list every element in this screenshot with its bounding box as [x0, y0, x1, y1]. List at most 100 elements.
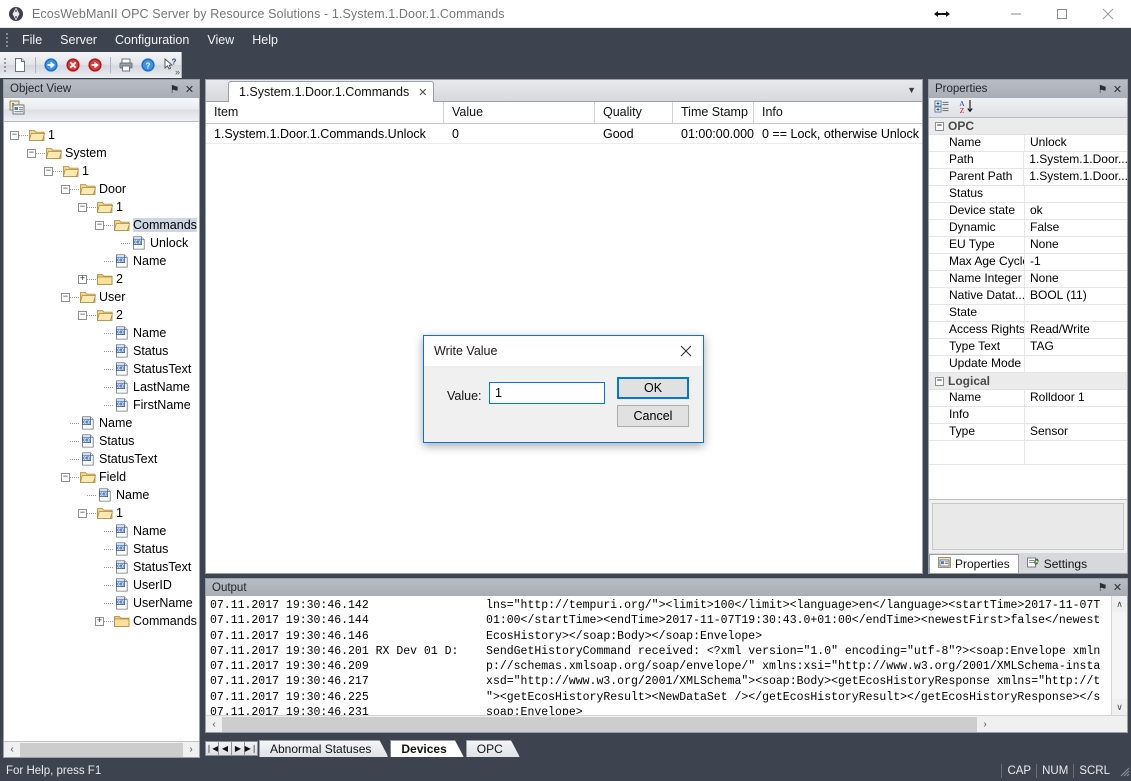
- properties-grid[interactable]: − OPC Name Unlock Path 1.System.1.Door... Pare…: [929, 118, 1127, 499]
- object-view-scroll-thumb[interactable]: [20, 742, 183, 757]
- last-record-button[interactable]: ▶❘: [244, 741, 258, 756]
- column-header-value[interactable]: Value: [444, 102, 595, 123]
- tree-item-username[interactable]: 08) UserName: [4, 594, 199, 612]
- property-row[interactable]: Dynamic False: [929, 220, 1127, 237]
- tree-item-name[interactable]: 08) Name: [4, 252, 199, 270]
- property-row[interactable]: Parent Path 1.System.1.Door...: [929, 169, 1127, 186]
- output-hscroll-thumb[interactable]: [222, 716, 977, 732]
- tree-item-statustext[interactable]: 08) StatusText: [4, 360, 199, 378]
- expand-icon[interactable]: +: [95, 616, 104, 626]
- collapse-icon[interactable]: −: [935, 121, 944, 131]
- collapse-icon[interactable]: −: [935, 376, 944, 386]
- property-value[interactable]: Read/Write: [1025, 322, 1127, 338]
- new-document-icon[interactable]: [9, 54, 31, 76]
- reconnect-icon[interactable]: [84, 54, 106, 76]
- menu-file[interactable]: File: [13, 30, 51, 50]
- object-tree[interactable]: −1− System −1− Door −1− Commands 08) Unlock 08) N…: [4, 122, 199, 741]
- tree-item-statustext[interactable]: 08) StatusText: [4, 450, 199, 468]
- property-row[interactable]: Status: [929, 186, 1127, 203]
- property-value[interactable]: [1025, 356, 1127, 372]
- output-scroll-right-icon[interactable]: ›: [977, 716, 993, 732]
- tree-item-firstname[interactable]: 08) FirstName: [4, 396, 199, 414]
- property-value[interactable]: [1025, 407, 1127, 423]
- property-value[interactable]: 1.System.1.Door...: [1024, 169, 1127, 185]
- property-value[interactable]: None: [1025, 237, 1127, 253]
- connect-icon[interactable]: [40, 54, 62, 76]
- disconnect-error-icon[interactable]: [62, 54, 84, 76]
- property-value[interactable]: False: [1025, 220, 1127, 236]
- property-value[interactable]: ok: [1025, 203, 1127, 219]
- property-row[interactable]: Info: [929, 407, 1127, 424]
- maximize-button[interactable]: [1039, 0, 1085, 28]
- first-record-button[interactable]: ❘◀: [205, 741, 219, 756]
- column-header-item[interactable]: Item: [206, 102, 444, 123]
- property-row[interactable]: Name Unlock: [929, 135, 1127, 152]
- output-vscrollbar[interactable]: ∧ ∨: [1111, 596, 1127, 715]
- tab-properties[interactable]: Properties: [929, 554, 1019, 573]
- bottom-tab-abnormal-statuses[interactable]: Abnormal Statuses: [259, 740, 388, 757]
- output-vscroll-track[interactable]: [1112, 612, 1127, 699]
- property-category-opc[interactable]: − OPC: [929, 118, 1127, 135]
- document-tab-close-icon[interactable]: ✕: [418, 86, 427, 99]
- toolbar-grip-handle[interactable]: [1, 54, 9, 76]
- property-row[interactable]: Max Age Cycle -1: [929, 254, 1127, 271]
- collapse-icon[interactable]: −: [78, 508, 87, 518]
- property-row[interactable]: Type Sensor: [929, 424, 1127, 441]
- property-row[interactable]: Name Rolldoor 1: [929, 390, 1127, 407]
- close-button[interactable]: [1085, 0, 1131, 28]
- document-tab[interactable]: 1.System.1.Door.1.Commands ✕: [228, 81, 435, 102]
- tree-item-statustext[interactable]: 08) StatusText: [4, 558, 199, 576]
- tree-item-status[interactable]: 08) Status: [4, 432, 199, 450]
- tree-item-2[interactable]: −2: [4, 306, 199, 324]
- property-value[interactable]: 1.System.1.Door...: [1024, 152, 1127, 168]
- expand-icon[interactable]: +: [78, 274, 87, 284]
- property-value[interactable]: -1: [1025, 254, 1127, 270]
- property-row[interactable]: Name Integer None: [929, 271, 1127, 288]
- property-value[interactable]: Sensor: [1025, 424, 1127, 440]
- collapse-icon[interactable]: −: [95, 220, 104, 230]
- tree-item-1[interactable]: −1: [4, 198, 199, 216]
- property-value[interactable]: Unlock: [1025, 135, 1127, 151]
- tree-item-userid[interactable]: 08) UserID: [4, 576, 199, 594]
- tree-item-name[interactable]: 08) Name: [4, 522, 199, 540]
- tree-item-name[interactable]: 08) Name: [4, 486, 199, 504]
- menu-view[interactable]: View: [198, 30, 243, 50]
- bottom-tab-devices[interactable]: Devices: [390, 740, 463, 757]
- print-icon[interactable]: [115, 54, 137, 76]
- collapse-icon[interactable]: −: [44, 166, 53, 176]
- table-row[interactable]: 1.System.1.Door.1.Commands.Unlock 0 Good…: [206, 124, 922, 144]
- column-header-timestamp[interactable]: Time Stamp: [673, 102, 754, 123]
- tree-item-1[interactable]: −1: [4, 504, 199, 522]
- tree-item-user[interactable]: − User: [4, 288, 199, 306]
- tab-settings[interactable]: Settings: [1019, 554, 1095, 573]
- collapse-icon[interactable]: −: [27, 148, 36, 158]
- object-list-icon[interactable]: [8, 99, 26, 120]
- collapse-icon[interactable]: −: [78, 310, 87, 320]
- object-view-pin-icon[interactable]: ⚑: [167, 82, 182, 97]
- property-value[interactable]: Rolldoor 1: [1025, 390, 1127, 406]
- help-icon[interactable]: ?: [137, 54, 159, 76]
- property-row[interactable]: Type Text TAG: [929, 339, 1127, 356]
- tree-item-field[interactable]: − Field: [4, 468, 199, 486]
- collapse-icon[interactable]: −: [61, 472, 70, 482]
- property-row[interactable]: State: [929, 305, 1127, 322]
- menu-configuration[interactable]: Configuration: [106, 30, 198, 50]
- object-view-close-icon[interactable]: ✕: [182, 82, 197, 97]
- collapse-icon[interactable]: −: [10, 130, 19, 140]
- tree-item-2[interactable]: +2: [4, 270, 199, 288]
- menu-help[interactable]: Help: [243, 30, 287, 50]
- toolbar-overflow-icon[interactable]: »: [175, 67, 180, 77]
- property-value[interactable]: [1025, 305, 1127, 321]
- bottom-tab-opc[interactable]: OPC: [466, 740, 520, 757]
- object-view-hscrollbar[interactable]: ‹ ›: [4, 741, 199, 757]
- tree-item-name[interactable]: 08) Name: [4, 414, 199, 432]
- collapse-icon[interactable]: −: [78, 202, 87, 212]
- tree-item-door[interactable]: − Door: [4, 180, 199, 198]
- property-row[interactable]: Native Datat... BOOL (11): [929, 288, 1127, 305]
- output-scroll-left-icon[interactable]: ‹: [206, 716, 222, 732]
- resize-grip-icon[interactable]: [1117, 764, 1131, 778]
- tree-item-commands[interactable]: − Commands: [4, 216, 199, 234]
- previous-record-button[interactable]: ◀: [218, 741, 232, 756]
- property-row[interactable]: Update Mode: [929, 356, 1127, 373]
- output-scroll-down-icon[interactable]: ∨: [1112, 699, 1127, 715]
